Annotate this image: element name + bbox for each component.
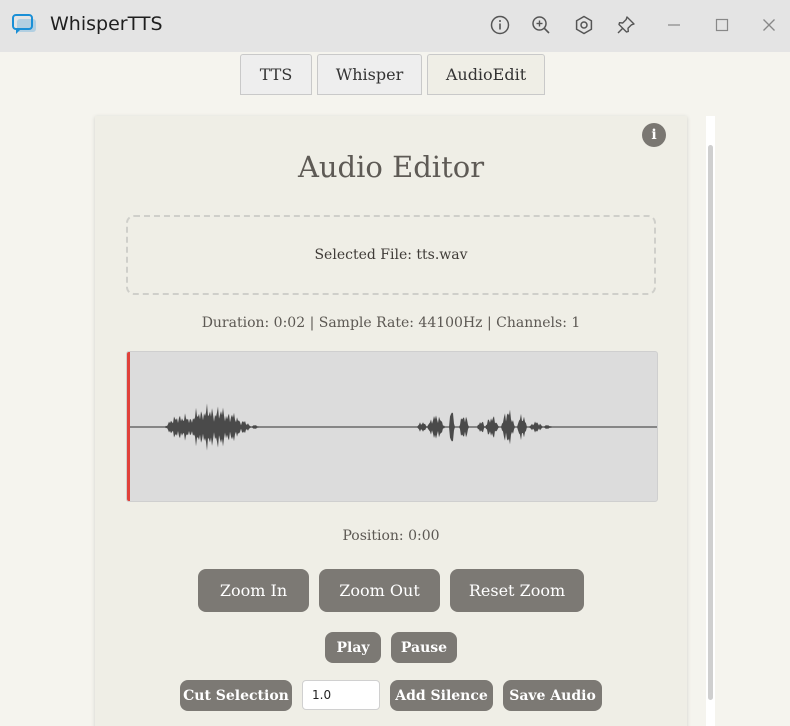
close-icon[interactable] bbox=[758, 14, 780, 36]
silence-duration-input[interactable] bbox=[302, 680, 380, 710]
chat-bubble-icon bbox=[11, 13, 37, 37]
pause-button[interactable]: Pause bbox=[391, 632, 457, 663]
panel-title: Audio Editor bbox=[297, 150, 485, 184]
zoom-in-button[interactable]: Zoom In bbox=[198, 569, 309, 612]
tab-audioedit[interactable]: AudioEdit bbox=[427, 54, 545, 95]
file-dropzone[interactable]: Selected File: tts.wav bbox=[126, 215, 656, 295]
waveform-graphic bbox=[127, 352, 657, 502]
audio-metadata: Duration: 0:02 | Sample Rate: 44100Hz | … bbox=[201, 315, 581, 331]
cut-selection-button[interactable]: Cut Selection bbox=[180, 680, 292, 711]
playhead[interactable] bbox=[127, 352, 130, 502]
info-icon[interactable] bbox=[489, 14, 511, 36]
panel-info-button[interactable]: i bbox=[642, 123, 666, 147]
playback-position: Position: 0:00 bbox=[342, 528, 440, 544]
selected-file-label: Selected File: tts.wav bbox=[314, 247, 468, 263]
zoom-in-icon[interactable] bbox=[530, 14, 552, 36]
save-audio-button[interactable]: Save Audio bbox=[503, 680, 602, 711]
tab-tts[interactable]: TTS bbox=[240, 54, 312, 95]
waveform-view[interactable] bbox=[126, 351, 658, 502]
zoom-out-button[interactable]: Zoom Out bbox=[319, 569, 440, 612]
play-button[interactable]: Play bbox=[325, 632, 381, 663]
settings-icon[interactable] bbox=[573, 14, 595, 36]
pin-icon[interactable] bbox=[615, 14, 637, 36]
maximize-icon[interactable] bbox=[711, 14, 733, 36]
reset-zoom-button[interactable]: Reset Zoom bbox=[450, 569, 584, 612]
scrollbar-thumb[interactable] bbox=[708, 145, 713, 700]
tab-whisper[interactable]: Whisper bbox=[317, 54, 422, 95]
window-title: WhisperTTS bbox=[50, 13, 163, 35]
minimize-icon[interactable] bbox=[663, 14, 685, 36]
add-silence-button[interactable]: Add Silence bbox=[390, 680, 493, 711]
title-bar: WhisperTTS bbox=[0, 0, 790, 52]
